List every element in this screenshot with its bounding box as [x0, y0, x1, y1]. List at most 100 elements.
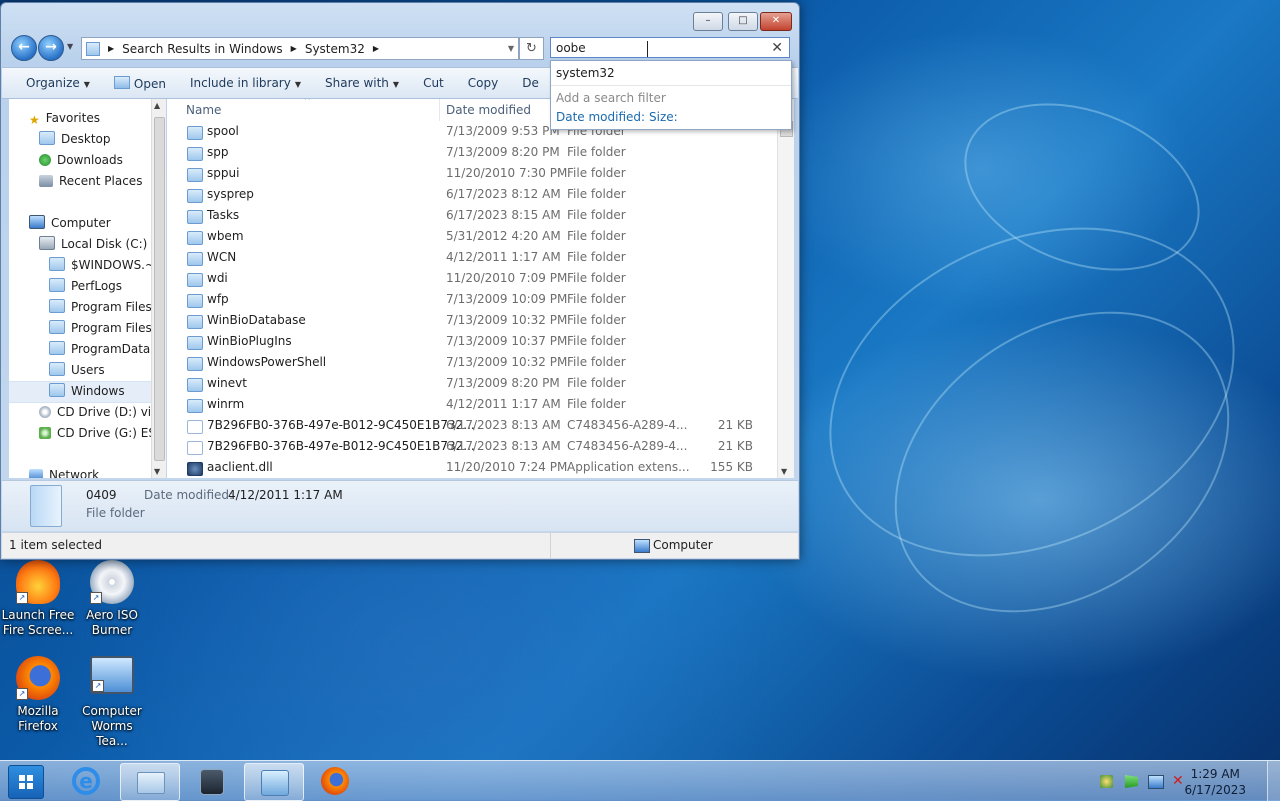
share-with-button[interactable]: Share with ▼: [325, 76, 399, 90]
desktop-icon-free-fire-screensaver[interactable]: ↗ Launch Free Fire Scree...: [0, 560, 76, 638]
minimize-button[interactable]: –: [693, 12, 723, 31]
file-date: 6/17/2023 8:12 AM: [446, 187, 561, 201]
nav-program-files[interactable]: Program Files: [49, 297, 151, 317]
file-row[interactable]: wfp 7/13/2009 10:09 PM File folder: [167, 289, 775, 310]
folder-icon: [187, 294, 203, 308]
search-suggestions-dropdown: system32 Add a search filter Date modifi…: [550, 60, 792, 130]
back-button[interactable]: ←: [11, 35, 37, 61]
column-header-date-modified[interactable]: Date modified: [446, 103, 531, 117]
file-row[interactable]: WinBioPlugIns 7/13/2009 10:37 PM File fold…: [167, 331, 775, 352]
cut-button[interactable]: Cut: [423, 76, 444, 90]
file-name: aaclient.dll: [207, 460, 273, 474]
file-type: File folder: [567, 166, 626, 180]
file-row[interactable]: 7B296FB0-376B-497e-B012-9C450E1B732... 6/…: [167, 415, 775, 436]
computer-icon: [634, 539, 650, 553]
nav-local-disk[interactable]: Local Disk (C:): [39, 234, 147, 254]
file-size: 155 KB: [710, 460, 753, 474]
taskbar-control-panel[interactable]: [244, 763, 304, 801]
file-row[interactable]: winrm 4/12/2011 1:17 AM File folder: [167, 394, 775, 415]
file-row[interactable]: WinBioDatabase 7/13/2009 10:32 PM File fol…: [167, 310, 775, 331]
tray-flag-icon[interactable]: [1125, 775, 1138, 788]
scroll-down-icon[interactable]: ▼: [154, 467, 160, 476]
breadcrumb-system32[interactable]: System32: [305, 42, 365, 56]
file-row[interactable]: 7B296FB0-376B-497e-B012-9C450E1B732... 6/…: [167, 436, 775, 457]
copy-button[interactable]: Copy: [468, 76, 498, 90]
file-list-scrollbar[interactable]: ▼: [777, 99, 794, 478]
start-button[interactable]: [8, 765, 44, 799]
refresh-button[interactable]: ↻: [519, 37, 544, 60]
nav-desktop[interactable]: Desktop: [39, 129, 111, 149]
file-name: WinBioPlugIns: [207, 334, 292, 348]
file-row[interactable]: sysprep 6/17/2023 8:12 AM File folder: [167, 184, 775, 205]
taskbar-firefox[interactable]: [306, 763, 364, 799]
file-row[interactable]: Tasks 6/17/2023 8:15 AM File folder: [167, 205, 775, 226]
folder-icon: [86, 41, 100, 56]
maximize-button[interactable]: □: [728, 12, 758, 31]
desktop-icon-aero-iso-burner[interactable]: ↗ Aero ISO Burner: [74, 560, 150, 638]
file-date: 7/13/2009 10:32 PM: [446, 355, 568, 369]
include-in-library-button[interactable]: Include in library ▼: [190, 76, 301, 90]
file-row[interactable]: wbem 5/31/2012 4:20 AM File folder: [167, 226, 775, 247]
recent-pages-dropdown[interactable]: ▼: [67, 42, 73, 51]
nav-scrollbar[interactable]: ▲ ▼: [151, 99, 166, 478]
file-name: winrm: [207, 397, 245, 411]
file-row[interactable]: spp 7/13/2009 8:20 PM File folder: [167, 142, 775, 163]
file-row[interactable]: winevt 7/13/2009 8:20 PM File folder: [167, 373, 775, 394]
scroll-up-icon[interactable]: ▲: [154, 101, 160, 110]
delete-button[interactable]: De: [522, 76, 539, 90]
nav-cd-drive-g[interactable]: CD Drive (G:) ESD: [39, 423, 151, 443]
nav-cd-drive-d[interactable]: CD Drive (D:) virt: [39, 402, 151, 422]
address-bar[interactable]: ▶ Search Results in Windows ▶ System32 ▶…: [81, 37, 519, 60]
nav-programdata[interactable]: ProgramData: [49, 339, 150, 359]
file-row[interactable]: sppui 11/20/2010 7:30 PM File folder: [167, 163, 775, 184]
folder-icon: [187, 336, 203, 350]
desktop-icon-computer-worms-team[interactable]: ↗ Computer Worms Tea...: [74, 656, 150, 749]
scrollbar-thumb[interactable]: [154, 117, 165, 461]
filter-date-modified-link[interactable]: Date modified:: [556, 110, 645, 124]
file-row[interactable]: aaclient.dll 11/20/2010 7:24 PM Applicatio…: [167, 457, 775, 478]
search-input[interactable]: oobe ✕: [550, 37, 790, 58]
tray-volume-muted-icon[interactable]: ✕: [1172, 773, 1184, 789]
forward-button[interactable]: →: [38, 35, 64, 61]
show-desktop-button[interactable]: [1267, 761, 1280, 801]
search-suggestion-item[interactable]: system32: [556, 66, 615, 80]
address-dropdown-icon[interactable]: ▼: [508, 44, 514, 53]
system-clock[interactable]: 1:29 AM 6/17/2023: [1184, 766, 1246, 798]
filter-size-link[interactable]: Size:: [649, 110, 678, 124]
nav-perflogs[interactable]: PerfLogs: [49, 276, 122, 296]
taskbar-windows-explorer[interactable]: [120, 763, 180, 801]
breadcrumb-search-results[interactable]: Search Results in Windows: [122, 42, 283, 56]
desktop-icon-mozilla-firefox[interactable]: ↗ Mozilla Firefox: [0, 656, 76, 734]
column-header-name[interactable]: Name: [186, 103, 221, 117]
organize-button[interactable]: Organize ▼: [26, 76, 90, 90]
file-date: 6/17/2023 8:15 AM: [446, 208, 561, 222]
nav-network[interactable]: Network: [29, 465, 99, 478]
file-name: spool: [207, 124, 239, 138]
taskbar-internet-explorer[interactable]: e: [58, 763, 116, 799]
file-type: File folder: [567, 145, 626, 159]
nav-windows-bt[interactable]: $WINDOWS.~B: [49, 255, 151, 275]
nav-favorites[interactable]: ★ Favorites: [29, 108, 100, 128]
file-date: 5/31/2012 4:20 AM: [446, 229, 561, 243]
control-panel-icon: [261, 770, 289, 796]
folder-large-icon: [30, 485, 62, 527]
details-name: 0409: [86, 488, 117, 502]
nav-users[interactable]: Users: [49, 360, 105, 380]
taskbar-media-app[interactable]: [182, 763, 240, 799]
close-button[interactable]: ✕: [760, 12, 792, 31]
star-icon: ★: [29, 113, 40, 127]
nav-program-files-x86[interactable]: Program Files (: [49, 318, 151, 338]
tray-network-icon[interactable]: [1100, 775, 1113, 788]
file-row[interactable]: WCN 4/12/2011 1:17 AM File folder: [167, 247, 775, 268]
file-row[interactable]: wdi 11/20/2010 7:09 PM File folder: [167, 268, 775, 289]
nav-windows[interactable]: Windows: [49, 381, 125, 401]
file-row[interactable]: WindowsPowerShell 7/13/2009 10:32 PM File …: [167, 352, 775, 373]
clear-search-icon[interactable]: ✕: [771, 38, 783, 59]
open-button[interactable]: Open: [113, 75, 166, 91]
tray-monitor-icon[interactable]: [1148, 775, 1164, 789]
nav-recent-places[interactable]: Recent Places: [39, 171, 142, 191]
scroll-down-icon[interactable]: ▼: [781, 467, 787, 476]
nav-downloads[interactable]: Downloads: [39, 150, 123, 170]
nav-computer[interactable]: Computer: [29, 213, 111, 233]
media-player-icon: [200, 769, 224, 795]
